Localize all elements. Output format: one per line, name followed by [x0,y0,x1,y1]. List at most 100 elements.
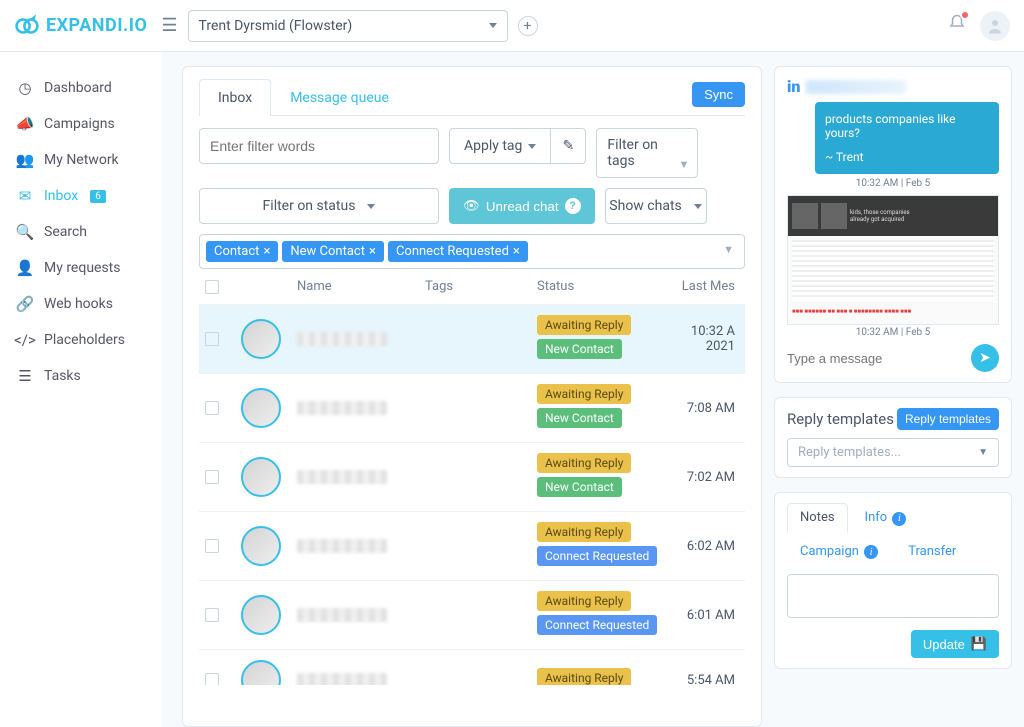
sidebar-item-dashboard[interactable]: ◷Dashboard [0,70,162,106]
inbox-icon: ✉ [16,187,34,205]
code-icon: </> [16,331,34,349]
sidebar-item-my-requests[interactable]: 👤My requests [0,250,162,286]
status-badge: New Contact [537,408,622,428]
status-badge: Connect Requested [537,546,657,566]
account-selector[interactable]: Trent Dyrsmid (Flowster) [188,10,508,42]
chevron-down-icon: ▼ [978,447,988,458]
chip-remove-icon[interactable]: × [513,244,520,259]
chip-connect-requested[interactable]: Connect Requested × [388,241,528,262]
row-checkbox[interactable] [205,401,219,415]
filter-on-status-dropdown[interactable]: Filter on status [199,188,439,224]
sidebar-item-placeholders[interactable]: </>Placeholders [0,322,162,358]
last-message-time: 10:32 A2021 [667,324,739,354]
col-name: Name [297,279,425,294]
reply-templates-title: Reply templates [787,410,894,428]
hamburger-icon[interactable]: ☰ [161,15,177,36]
show-chats-dropdown[interactable]: Show chats [605,188,707,224]
wand-icon: ✎ [563,138,575,154]
notes-panel: Notes Info i Campaign i Transfer Update … [774,492,1012,669]
inbox-count-badge: 6 [90,190,106,203]
chevron-down-icon: ▼ [723,243,734,256]
contact-avatar [241,388,281,428]
row-checkbox[interactable] [205,539,219,553]
sidebar-item-tasks[interactable]: ☰Tasks [0,358,162,394]
users-icon: 👥 [16,151,34,169]
status-badge: Awaiting Reply [537,522,631,542]
notifications-button[interactable] [948,14,966,37]
update-button[interactable]: Update 💾 [911,630,999,658]
compose-row: ➤ [787,344,999,372]
row-checkbox[interactable] [205,673,219,685]
status-badge: Awaiting Reply [537,384,631,404]
add-account-button[interactable]: + [518,16,538,36]
magic-wand-button[interactable]: ✎ [550,128,586,164]
chip-contact[interactable]: Contact × [206,241,278,262]
sync-button[interactable]: Sync [692,82,745,107]
sidebar-item-campaigns[interactable]: 📣Campaigns [0,106,162,142]
last-message-time: 7:08 AM [667,401,739,416]
send-button[interactable]: ➤ [971,344,999,372]
contact-avatar [241,660,281,685]
user-avatar-button[interactable] [980,11,1010,41]
table-row[interactable]: Awaiting Reply New Contact 7:08 AM [199,374,745,443]
status-badge: Connect Requested [537,615,657,635]
save-icon: 💾 [971,636,987,652]
chip-remove-icon[interactable]: × [369,244,376,259]
table-row[interactable]: Awaiting Reply Connect Requested 6:02 AM [199,512,745,581]
reply-templates-panel: Reply templates Reply templates Reply te… [774,397,1012,478]
reply-templates-select[interactable]: Reply templates... ▼ [787,438,999,467]
logo-mark-icon [14,13,40,39]
inbox-tabs: Inbox Message queue Sync [199,79,745,116]
contact-name-redacted [806,80,906,94]
status-badge: Awaiting Reply [537,453,631,473]
col-tags: Tags [425,279,537,294]
select-all-checkbox[interactable] [205,280,219,294]
tab-notes[interactable]: Notes [787,503,848,533]
contact-name-redacted [297,401,387,415]
account-selected-label: Trent Dyrsmid (Flowster) [199,18,353,34]
message-input[interactable] [787,351,963,366]
notes-textarea[interactable] [787,574,999,618]
status-filter-chips[interactable]: Contact × New Contact × Connect Requeste… [199,234,745,269]
tab-transfer[interactable]: Transfer [895,537,969,567]
reply-templates-button[interactable]: Reply templates [897,408,999,430]
tab-info[interactable]: Info i [852,503,920,533]
sidebar-item-search[interactable]: 🔍Search [0,214,162,250]
filter-on-tags-dropdown[interactable]: Filter on tags ▼ [596,128,698,178]
message-timestamp: 10:32 AM | Feb 5 [787,178,999,189]
filter-words-input[interactable] [199,128,439,164]
topbar: EXPANDI.IO ☰ Trent Dyrsmid (Flowster) + [0,0,1024,52]
main-panel: Inbox Message queue Sync Apply tag ✎ Fil… [162,52,772,727]
status-badge: New Contact [537,477,622,497]
conversation-list: Awaiting ReplyNew Contact 10:32 A2021 Aw… [199,305,745,685]
row-checkbox[interactable] [205,332,219,346]
last-message-time: 6:02 AM [667,539,739,554]
tab-message-queue[interactable]: Message queue [271,79,408,116]
row-checkbox[interactable] [205,470,219,484]
table-row[interactable]: Awaiting Reply 5:54 AM [199,650,745,685]
chevron-down-icon: ▼ [679,158,690,171]
sidebar-item-web-hooks[interactable]: 🔗Web hooks [0,286,162,322]
contact-name-redacted [297,539,387,553]
sidebar-item-my-network[interactable]: 👥My Network [0,142,162,178]
status-badge: Awaiting Reply [537,668,631,685]
chip-remove-icon[interactable]: × [263,244,270,259]
send-icon: ➤ [979,350,991,366]
last-message-time: 6:01 AM [667,608,739,623]
apply-tag-dropdown[interactable]: Apply tag [449,128,550,164]
tab-campaign[interactable]: Campaign i [787,537,891,567]
megaphone-icon: 📣 [16,115,34,133]
chip-new-contact[interactable]: New Contact × [282,241,384,262]
right-column: in products companies like yours? ~ Tren… [772,52,1024,727]
sidebar-item-inbox[interactable]: ✉Inbox6 [0,178,162,214]
tasks-icon: ☰ [16,367,34,385]
contact-name-redacted [297,673,387,685]
table-row[interactable]: Awaiting ReplyNew Contact 7:02 AM [199,443,745,512]
unread-chat-button[interactable]: 👁 Unread chat ? [449,188,595,224]
table-row[interactable]: Awaiting ReplyNew Contact 10:32 A2021 [199,305,745,374]
linkedin-icon: in [787,77,800,96]
row-checkbox[interactable] [205,608,219,622]
table-row[interactable]: Awaiting ReplyConnect Requested 6:01 AM [199,581,745,650]
message-timestamp: 10:32 AM | Feb 5 [787,327,999,338]
tab-inbox[interactable]: Inbox [199,79,271,116]
